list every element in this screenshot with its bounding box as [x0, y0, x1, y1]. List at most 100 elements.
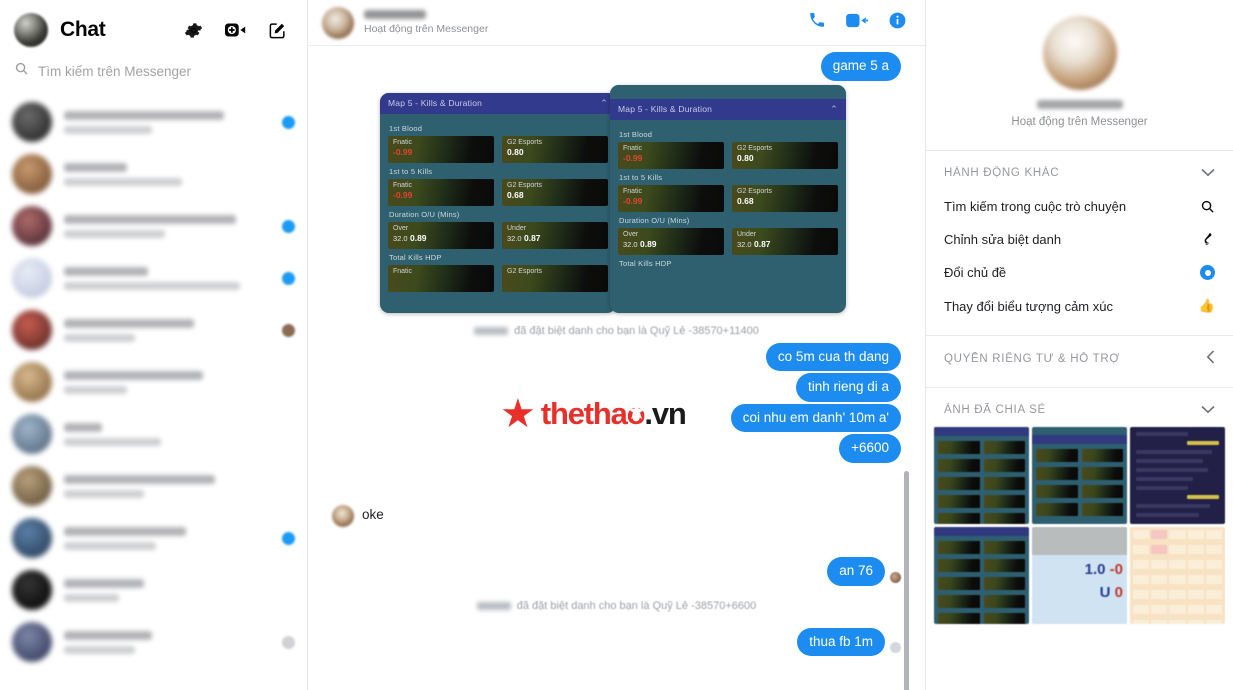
compose-icon[interactable] — [268, 21, 287, 40]
list-item[interactable] — [0, 564, 307, 616]
list-item[interactable] — [0, 148, 307, 200]
list-item[interactable] — [0, 616, 307, 668]
video-camera-add-icon[interactable] — [225, 22, 246, 38]
bet-odds: 0.80 — [507, 147, 524, 158]
message-bubble[interactable]: an 76 — [827, 557, 885, 586]
betting-cards-attachment[interactable]: Map 5 - Kills & Duration ⌃ 1st Blood Fna… — [366, 84, 901, 317]
status-badge — [282, 168, 295, 181]
shared-photo-thumb[interactable] — [934, 427, 1029, 524]
search-input[interactable]: Tìm kiếm trên Messenger — [38, 64, 191, 79]
bet-option[interactable]: G2 Esports 0.68 — [502, 178, 608, 206]
conversation-list[interactable] — [0, 94, 307, 668]
message-bubble[interactable]: co 5m cua th dang — [765, 342, 901, 372]
list-item[interactable] — [0, 356, 307, 408]
shared-photo-thumb[interactable] — [934, 527, 1029, 624]
shared-photo-thumb[interactable]: 1.0 -0 U 0 — [1032, 527, 1127, 624]
bet-option[interactable]: Fnatic — [388, 264, 494, 292]
bet-option[interactable]: Fnatic -0.99 — [388, 178, 494, 206]
message-bubble[interactable]: game 5 a — [820, 52, 901, 81]
shared-photo-thumb[interactable] — [1032, 427, 1127, 524]
section-title: HÀNH ĐỘNG KHÁC — [944, 166, 1060, 179]
status-badge — [282, 584, 295, 597]
bet-team: G2 Esports — [507, 138, 543, 146]
bet-team: G2 Esports — [507, 181, 543, 189]
bet-option[interactable]: Fnatic -0.99 — [618, 141, 724, 169]
gear-icon[interactable] — [184, 21, 203, 40]
message-row: game 5 a — [332, 52, 901, 81]
thread-scrollbar[interactable] — [904, 471, 909, 690]
chevron-left-icon[interactable] — [1206, 350, 1215, 367]
section-header-shared-photos[interactable]: ẢNH ĐÃ CHIA SẺ — [926, 388, 1233, 423]
details-panel: Hoạt động trên Messenger HÀNH ĐỘNG KHÁC … — [925, 0, 1233, 690]
bet-option[interactable]: G2 Esports — [502, 264, 608, 292]
thumb-value: 0 — [1114, 584, 1123, 601]
bet-option[interactable]: Over 32.0 0.89 — [388, 221, 494, 249]
chevron-down-icon[interactable] — [1201, 402, 1215, 417]
video-camera-icon[interactable] — [846, 13, 869, 33]
info-icon[interactable] — [888, 11, 907, 35]
thumbs-up-emoji[interactable]: 👍 — [1199, 298, 1215, 314]
action-search-in-conversation[interactable]: Tìm kiếm trong cuộc trò chuyện — [926, 190, 1233, 223]
message-bubble[interactable]: oke — [354, 501, 396, 530]
list-item[interactable] — [0, 408, 307, 460]
avatar — [12, 414, 52, 454]
action-label: Thay đổi biểu tượng cảm xúc — [944, 298, 1113, 314]
bet-option[interactable]: G2 Esports 0.80 — [732, 141, 838, 169]
section-header-privacy-support[interactable]: QUYỀN RIÊNG TƯ & HỖ TRỢ — [926, 336, 1233, 377]
list-item[interactable] — [0, 512, 307, 564]
list-item[interactable] — [0, 304, 307, 356]
chevron-down-icon[interactable] — [1201, 165, 1215, 180]
section-header-other-actions[interactable]: HÀNH ĐỘNG KHÁC — [926, 151, 1233, 190]
bet-odds: -0.99 — [623, 196, 643, 207]
list-item[interactable] — [0, 96, 307, 148]
user-avatar[interactable] — [14, 13, 48, 47]
bet-option[interactable]: G2 Esports 0.80 — [502, 135, 608, 163]
message-bubble[interactable]: thua fb 1m — [797, 627, 885, 657]
bet-odds: 0.68 — [507, 190, 524, 201]
bet-option[interactable]: Over 32.0 0.89 — [618, 227, 724, 255]
shared-photo-thumb[interactable] — [1130, 527, 1225, 624]
bet-card-image[interactable]: Map 5 - Kills & Duration ⌃ 1st Blood Fna… — [610, 84, 846, 313]
bet-option[interactable]: Under 32.0 0.87 — [732, 227, 838, 255]
avatar[interactable] — [322, 6, 354, 39]
status-badge — [282, 115, 295, 129]
messenger-window: Chat Tìm kiếm trên Messenger Hoạt động t… — [0, 0, 1233, 690]
bet-odds: 0.87 — [753, 239, 771, 250]
chevron-up-icon: ⌃ — [830, 103, 838, 114]
bet-option[interactable]: G2 Esports 0.68 — [732, 184, 838, 212]
shared-photos-grid[interactable]: 1.0 -0 U 0 — [926, 423, 1233, 632]
color-dot-icon[interactable] — [1200, 265, 1215, 280]
bet-odds: -0.99 — [623, 153, 643, 164]
status-badge — [282, 635, 295, 649]
bet-card-image[interactable]: Map 5 - Kills & Duration ⌃ 1st Blood Fna… — [380, 92, 616, 313]
message-bubble[interactable]: +6600 — [839, 434, 901, 463]
thumb-value: 1.0 — [1084, 561, 1106, 578]
status-badge — [282, 480, 295, 493]
bet-option[interactable]: Fnatic -0.99 — [618, 184, 724, 212]
search-icon[interactable] — [1200, 199, 1215, 214]
bet-team: Fnatic — [623, 187, 643, 195]
message-bubble[interactable]: tinh rieng di a — [795, 373, 901, 402]
avatar — [12, 362, 52, 402]
bet-option[interactable]: Fnatic -0.99 — [388, 135, 494, 163]
bet-section-label: Duration O/U (Mins) — [389, 209, 460, 219]
profile-name — [1036, 100, 1123, 109]
bet-team: Fnatic — [623, 144, 643, 152]
shared-photo-thumb[interactable] — [1130, 427, 1225, 524]
list-item[interactable] — [0, 200, 307, 252]
message-thread[interactable]: game 5 a Map 5 - Kills & Duration ⌃ 1st … — [308, 46, 925, 690]
bet-option[interactable]: Under 32.0 0.87 — [502, 221, 608, 249]
avatar — [12, 258, 52, 298]
avatar[interactable] — [1042, 16, 1117, 90]
search-bar[interactable]: Tìm kiếm trên Messenger — [0, 54, 307, 94]
list-item[interactable] — [0, 252, 307, 304]
list-item[interactable] — [0, 460, 307, 512]
action-change-theme[interactable]: Đổi chủ đề — [926, 256, 1233, 289]
bet-odds: 0.68 — [737, 196, 754, 207]
message-bubble[interactable]: coi nhu em danh' 10m a' — [730, 403, 901, 433]
redacted-name — [476, 601, 511, 610]
pencil-icon[interactable] — [1200, 232, 1215, 247]
action-edit-nickname[interactable]: Chỉnh sửa biệt danh — [926, 223, 1233, 256]
phone-icon[interactable] — [808, 11, 826, 34]
action-change-emoji[interactable]: Thay đổi biểu tượng cảm xúc 👍 — [926, 289, 1233, 323]
